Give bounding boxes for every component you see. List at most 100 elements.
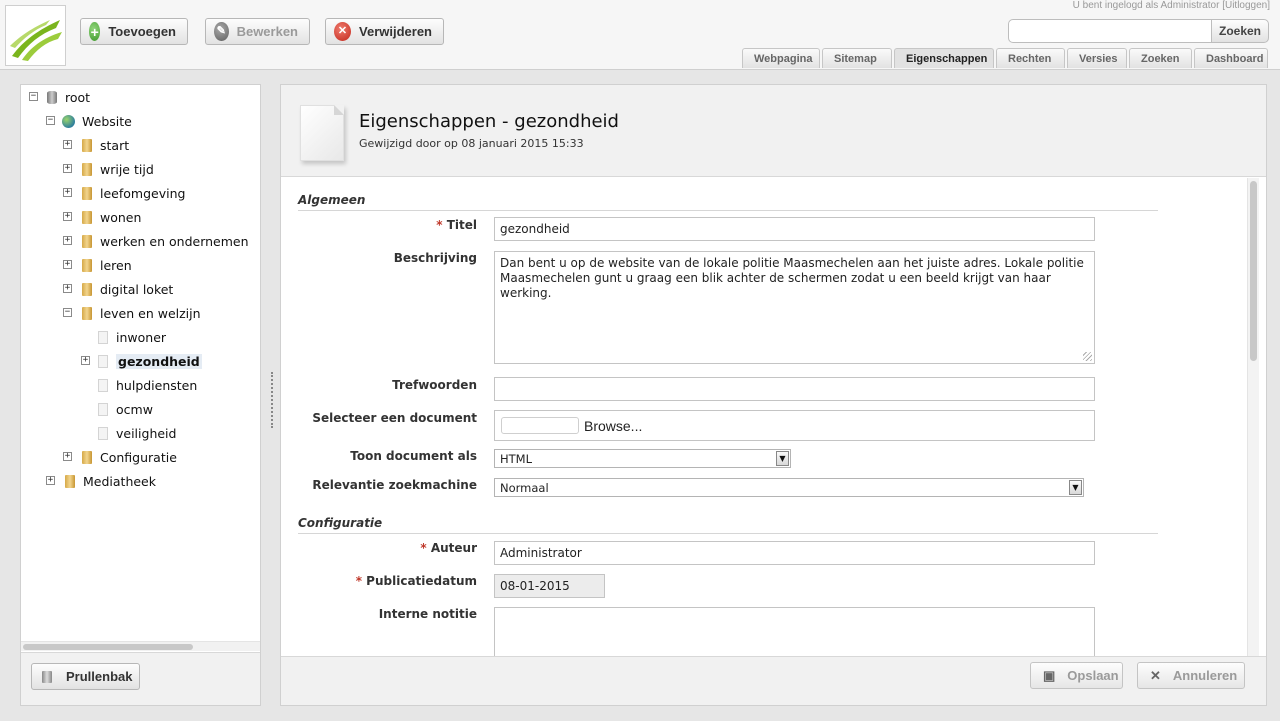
tree-node-mediatheek[interactable]: + Mediatheek (46, 471, 156, 491)
expand-toggle-icon[interactable]: + (63, 188, 72, 197)
note-textarea[interactable] (494, 607, 1095, 656)
tree-node-label: start (100, 137, 130, 153)
scrollbar-thumb[interactable] (23, 644, 193, 650)
collapse-toggle-icon[interactable]: − (46, 116, 55, 125)
tree-horizontal-scrollbar[interactable] (21, 641, 260, 651)
folder-icon (82, 306, 92, 320)
page-title: Eigenschappen - gezondheid (359, 111, 619, 132)
tree-node-label: inwoner (116, 329, 167, 345)
tree-node-label: digital loket (100, 281, 174, 297)
tree-node-label: Mediatheek (83, 473, 156, 489)
tree-node-start[interactable]: + start (63, 135, 129, 155)
site-tree: − root − Website + start + wrije tijd + … (21, 85, 260, 640)
expand-toggle-icon[interactable]: + (63, 260, 72, 269)
tab-zoeken[interactable]: Zoeken (1129, 48, 1192, 68)
tree-node-inwoner[interactable]: inwoner (98, 327, 166, 347)
pubdate-input[interactable] (494, 574, 605, 598)
search-button[interactable]: Zoeken (1211, 19, 1269, 43)
trash-button[interactable]: Prullenbak (31, 663, 140, 690)
tree-node-wonen[interactable]: + wonen (63, 207, 141, 227)
resize-grip-icon[interactable] (1083, 352, 1092, 361)
tab-webpagina[interactable]: Webpagina (742, 48, 820, 68)
save-button[interactable]: ▣ Opslaan (1030, 662, 1123, 689)
page-icon (98, 402, 108, 416)
required-marker: * (420, 541, 427, 555)
note-label: Interne notitie (378, 607, 477, 621)
edit-button[interactable]: ✎ Bewerken (205, 18, 310, 45)
tree-node-leven-en-welzijn[interactable]: − leven en welzijn (63, 303, 201, 323)
cancel-button-label: Annuleren (1172, 668, 1238, 683)
edit-button-label: Bewerken (236, 24, 298, 39)
author-label-text: Auteur (430, 541, 477, 555)
search-input[interactable] (1008, 19, 1212, 43)
folder-icon (82, 450, 92, 464)
collapse-toggle-icon[interactable]: − (29, 92, 38, 101)
show-as-label: Toon document als (350, 449, 477, 463)
expand-toggle-icon[interactable]: + (63, 212, 72, 221)
tree-node-website[interactable]: − Website (46, 111, 132, 131)
tree-node-werken-en-ondernemen[interactable]: + werken en ondernemen (63, 231, 249, 251)
panel-splitter-handle[interactable] (271, 372, 273, 428)
tree-node-root[interactable]: − root (29, 87, 90, 107)
tree-node-hulpdiensten[interactable]: hulpdiensten (98, 375, 197, 395)
tree-node-label: werken en ondernemen (100, 233, 249, 249)
tree-node-wrije-tijd[interactable]: + wrije tijd (63, 159, 154, 179)
tree-node-ocmw[interactable]: ocmw (98, 399, 153, 419)
tree-node-leren[interactable]: + leren (63, 255, 132, 275)
author-input[interactable] (494, 541, 1095, 565)
tree-node-label: wonen (100, 209, 142, 225)
tab-eigenschappen[interactable]: Eigenschappen (894, 48, 994, 68)
keywords-label: Trefwoorden (392, 378, 477, 392)
section-config-heading: Configuratie (298, 516, 1158, 534)
add-button-label: Toevoegen (108, 24, 176, 39)
collapse-toggle-icon[interactable]: − (63, 308, 72, 317)
properties-footer: ▣ Opslaan ✕ Annuleren (281, 656, 1266, 705)
tree-node-veiligheid[interactable]: veiligheid (98, 423, 176, 443)
page-icon (98, 426, 108, 440)
tab-rechten[interactable]: Rechten (996, 48, 1065, 68)
expand-toggle-icon[interactable]: + (46, 476, 55, 485)
tree-node-label: wrije tijd (100, 161, 154, 177)
tree-node-label: ocmw (116, 401, 153, 417)
tab-sitemap[interactable]: Sitemap (822, 48, 892, 68)
form-vertical-scrollbar[interactable] (1247, 178, 1259, 656)
title-input[interactable] (494, 217, 1095, 241)
scrollbar-thumb[interactable] (1250, 181, 1257, 361)
title-label: * Titel (281, 218, 477, 232)
keywords-input[interactable] (494, 377, 1095, 401)
tree-node-label: root (65, 89, 91, 105)
show-as-select[interactable]: HTML ▼ (494, 449, 791, 468)
tree-node-configuratie[interactable]: + Configuratie (63, 447, 177, 467)
page-icon (98, 354, 108, 368)
expand-toggle-icon[interactable]: + (63, 284, 72, 293)
folder-icon (82, 234, 92, 248)
cancel-button[interactable]: ✕ Annuleren (1137, 662, 1245, 689)
sitetree-panel: − root − Website + start + wrije tijd + … (20, 84, 261, 706)
logout-link[interactable]: [Uitloggen] (1222, 0, 1270, 11)
browse-button[interactable]: Browse... (584, 418, 642, 434)
description-textarea[interactable]: Dan bent u op de website van de lokale p… (494, 251, 1095, 364)
page-modified-info: Gewijzigd door op 08 januari 2015 15:33 (359, 137, 584, 150)
tab-dashboard[interactable]: Dashboard (1194, 48, 1268, 68)
add-button[interactable]: + Toevoegen (80, 18, 188, 45)
tree-node-gezondheid[interactable]: + gezondheid (81, 351, 202, 371)
app-logo[interactable] (5, 5, 66, 66)
folder-icon (82, 162, 92, 176)
tree-node-digital-loket[interactable]: + digital loket (63, 279, 173, 299)
expand-toggle-icon[interactable]: + (63, 140, 72, 149)
tree-node-leefomgeving[interactable]: + leefomgeving (63, 183, 185, 203)
expand-toggle-icon[interactable]: + (81, 356, 90, 365)
expand-toggle-icon[interactable]: + (63, 164, 72, 173)
tab-versies[interactable]: Versies (1067, 48, 1127, 68)
page-icon (98, 330, 108, 344)
document-icon (300, 105, 344, 161)
relevance-select[interactable]: Normaal ▼ (494, 478, 1084, 497)
expand-toggle-icon[interactable]: + (63, 236, 72, 245)
expand-toggle-icon[interactable]: + (63, 452, 72, 461)
title-label-text: Titel (446, 218, 477, 232)
save-icon: ▣ (1043, 667, 1056, 683)
tree-node-label: Website (82, 113, 132, 129)
delete-button[interactable]: ✕ Verwijderen (325, 18, 444, 45)
file-path-box[interactable] (501, 417, 579, 434)
properties-header: Eigenschappen - gezondheid Gewijzigd doo… (281, 85, 1266, 177)
